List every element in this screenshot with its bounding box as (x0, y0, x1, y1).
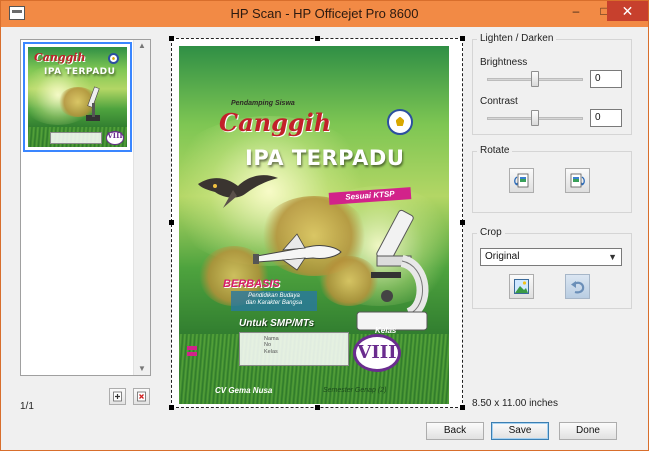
crop-size-selected: Original (485, 251, 520, 262)
delete-page-icon (137, 391, 146, 402)
thumbnail-cover-image: Canggih IPA TERPADU VIII (28, 47, 127, 147)
brightness-slider-thumb[interactable] (531, 71, 539, 87)
insert-page-button[interactable] (109, 388, 126, 405)
rotate-group: Rotate (472, 145, 632, 213)
crop-title: Crop (477, 227, 505, 238)
crop-handle-right[interactable] (460, 220, 465, 225)
lighten-darken-title: Lighten / Darken (477, 33, 557, 44)
client-area: Canggih IPA TERPADU VIII ▲ ▼ 1/1 Pendamp… (8, 27, 642, 445)
contrast-slider-thumb[interactable] (531, 110, 539, 126)
crop-frame[interactable] (171, 38, 463, 408)
crop-image-button[interactable] (509, 274, 534, 299)
scroll-up-icon[interactable]: ▲ (138, 42, 146, 50)
rotate-title: Rotate (477, 145, 513, 156)
title-bar[interactable]: HP Scan - HP Officejet Pro 8600 – □ ✕ (1, 1, 648, 27)
rotate-right-icon (570, 173, 585, 188)
thumbnail-list[interactable]: Canggih IPA TERPADU VIII ▲ ▼ (20, 39, 151, 376)
thumb-title-text: IPA TERPADU (44, 67, 116, 77)
hp-scan-window: HP Scan - HP Officejet Pro 8600 – □ ✕ Ca… (0, 0, 649, 451)
contrast-input[interactable]: 0 (590, 109, 622, 127)
window-title: HP Scan - HP Officejet Pro 8600 (230, 6, 419, 21)
scroll-down-icon[interactable]: ▼ (138, 365, 146, 373)
scan-preview[interactable]: Pendamping Siswa Canggih IPA TERPADU Ses… (169, 36, 465, 410)
crop-handle-left[interactable] (169, 220, 174, 225)
close-button[interactable]: ✕ (607, 1, 648, 21)
thumb-microscope-icon (83, 85, 103, 125)
thumb-name-box (50, 132, 102, 144)
thumb-logo-icon (108, 53, 119, 64)
save-button[interactable]: Save (491, 422, 549, 440)
rotate-left-button[interactable] (509, 168, 534, 193)
crop-handle-top-right[interactable] (460, 36, 465, 41)
contrast-label: Contrast (480, 96, 518, 107)
minimize-button[interactable]: – (562, 1, 590, 21)
image-crop-icon (514, 279, 529, 294)
crop-handle-bottom-left[interactable] (169, 405, 174, 410)
thumbnail-page-1[interactable]: Canggih IPA TERPADU VIII (23, 42, 132, 152)
brightness-label: Brightness (480, 57, 528, 68)
lighten-darken-group: Lighten / Darken Brightness 0 Contrast 0 (472, 33, 632, 135)
crop-handle-bottom[interactable] (315, 405, 320, 410)
thumbnail-scrollbar[interactable]: ▲ ▼ (133, 40, 150, 375)
crop-handle-top-left[interactable] (169, 36, 174, 41)
thumb-grade-badge: VIII (106, 131, 124, 145)
crop-size-select[interactable]: Original ▼ (480, 248, 622, 266)
crop-group: Crop Original ▼ (472, 227, 632, 309)
page-count: 1/1 (20, 401, 34, 412)
page-size-text: 8.50 x 11.00 inches (472, 398, 558, 409)
undo-crop-button[interactable] (565, 274, 590, 299)
insert-page-icon (113, 391, 122, 402)
delete-page-button[interactable] (133, 388, 150, 405)
rotate-right-button[interactable] (565, 168, 590, 193)
crop-handle-bottom-right[interactable] (460, 405, 465, 410)
undo-icon (571, 281, 585, 294)
thumb-canggih-text: Canggih (34, 51, 86, 64)
chevron-down-icon: ▼ (608, 252, 617, 262)
brightness-input[interactable]: 0 (590, 70, 622, 88)
rotate-left-icon (514, 173, 529, 188)
back-button[interactable]: Back (426, 422, 484, 440)
done-button[interactable]: Done (559, 422, 617, 440)
crop-handle-top[interactable] (315, 36, 320, 41)
